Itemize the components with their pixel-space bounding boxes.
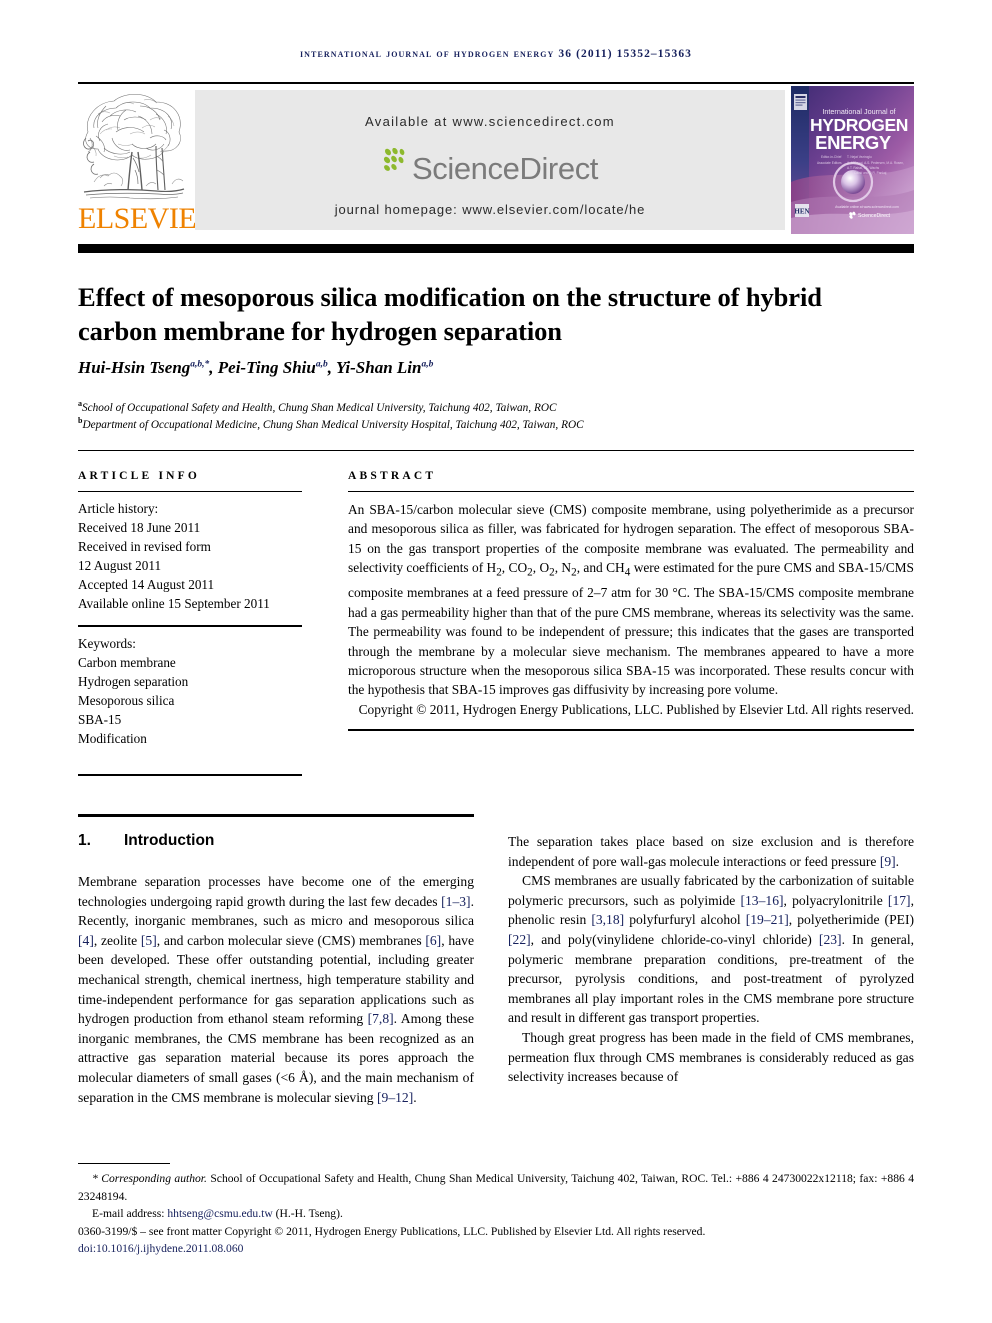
sciencedirect-wordmark: ScienceDirect (411, 151, 599, 186)
author-affil-marker: a,b (315, 359, 328, 370)
cover-sciencedirect: ScienceDirect (858, 213, 891, 219)
paragraph: The separation takes place based on size… (508, 834, 914, 869)
body-column-right: The separation takes place based on size… (508, 832, 914, 1087)
citation-ref[interactable]: [19–21] (746, 912, 789, 927)
section-number: 1. (78, 832, 91, 849)
abstract-text: An SBA-15/carbon molecular sieve (CMS) c… (348, 502, 914, 698)
abstract-body: An SBA-15/carbon molecular sieve (CMS) c… (348, 492, 914, 719)
cover-badge: HEN (794, 208, 809, 216)
elsevier-logo: ELSEVIER (78, 86, 216, 235)
footnote-block: * Corresponding author. School of Occupa… (78, 1170, 914, 1258)
citation-ref[interactable]: [17] (888, 893, 911, 908)
journal-cover-image: International Journal of HYDROGEN ENERGY… (791, 86, 914, 234)
article-info-heading: ARTICLE INFO (78, 470, 201, 482)
affiliation-text: School of Occupational Safety and Health… (82, 401, 557, 414)
page-title: Effect of mesoporous silica modification… (78, 281, 822, 346)
keyword-item: Modification (78, 731, 147, 746)
svg-text:T. Nejat Veziroglu: T. Nejat Veziroglu (847, 155, 872, 159)
elsevier-wordmark: ELSEVIER (78, 202, 216, 235)
citation-ref[interactable]: [9–12] (377, 1090, 413, 1105)
svg-text:A.T. Raissi, I.E. Wachs: A.T. Raissi, I.E. Wachs (847, 166, 880, 170)
paragraph: Membrane separation processes have becom… (78, 874, 474, 1105)
abstract-copyright: Copyright © 2011, Hydrogen Energy Public… (358, 701, 914, 717)
author-affil-marker: a,b,* (190, 359, 210, 370)
corresponding-author-label: * Corresponding author. (92, 1172, 207, 1185)
keyword-item: Mesoporous silica (78, 693, 175, 708)
section-heading: 1. Introduction (78, 832, 474, 850)
author-affil-marker: a,b (421, 359, 434, 370)
paragraph: Though great progress has been made in t… (508, 1029, 914, 1085)
masthead: ELSEVIER Available at www.sciencedirect.… (78, 86, 914, 234)
article-history-label: Article history: (78, 501, 159, 516)
body-column-left: Membrane separation processes have becom… (78, 872, 474, 1107)
abstract-heading: ABSTRACT (348, 470, 437, 482)
sciencedirect-logo: ScienceDirect (195, 147, 785, 190)
citation-ref[interactable]: [9] (880, 854, 896, 869)
citation-ref[interactable]: [22] (508, 932, 531, 947)
keyword-item: Hydrogen separation (78, 674, 189, 689)
email-suffix: (H.-H. Tseng). (275, 1207, 343, 1220)
citation-ref[interactable]: [7,8] (368, 1011, 394, 1026)
cover-line3: ENERGY (815, 132, 892, 153)
header-rule (78, 82, 914, 84)
journal-homepage-text: journal homepage: www.elsevier.com/locat… (334, 202, 646, 217)
available-at-text: Available at www.sciencedirect.com (365, 114, 615, 129)
author-name: Yi-Shan Lin (335, 358, 422, 377)
citation-ref[interactable]: [5] (141, 933, 157, 948)
abstract-rule-bottom (348, 729, 914, 732)
citation-ref[interactable]: [4] (78, 933, 94, 948)
author-name: Hui-Hsin Tseng (78, 358, 191, 377)
citation-ref[interactable]: [3,18] (591, 912, 624, 927)
svg-text:Associate Editors: Associate Editors (817, 161, 842, 165)
email-link[interactable]: hhtseng@csmu.edu.tw (167, 1207, 272, 1220)
affiliation-text: Department of Occupational Medicine, Chu… (82, 418, 584, 431)
svg-text:A. M'Raoui, A.S. Pedersen, M.A: A. M'Raoui, A.S. Pedersen, M.A. Rosen, (847, 161, 904, 165)
svg-text:C.S. David and D.R. Pankaj: C.S. David and D.R. Pankaj (847, 171, 887, 175)
svg-text:Editor-in-Chief: Editor-in-Chief (821, 155, 841, 159)
abstract-column: ABSTRACT An SBA-15/carbon molecular siev… (348, 470, 914, 732)
article-page: International Journal of Hydrogen Energy… (0, 0, 992, 1323)
affiliation-b: bDepartment of Occupational Medicine, Ch… (78, 413, 914, 433)
elsevier-tree-icon (80, 86, 187, 204)
history-item: Received 18 June 2011 (78, 520, 201, 535)
keywords-block: Keywords: Carbon membrane Hydrogen separ… (78, 627, 302, 748)
keyword-item: Carbon membrane (78, 655, 176, 670)
corresponding-author-note: * Corresponding author. School of Occupa… (78, 1170, 914, 1205)
citation-ref[interactable]: [13–16] (740, 893, 783, 908)
history-item: Received in revised form (78, 539, 211, 554)
keywords-label: Keywords: (78, 636, 136, 651)
title-separator-bar (78, 244, 914, 253)
author-name: Pei-Ting Shiu (217, 358, 316, 377)
leaf-icon (382, 147, 412, 174)
history-item: Available online 15 September 2011 (78, 596, 270, 611)
issn-line: 0360-3199/$ – see front matter Copyright… (78, 1224, 706, 1238)
article-history: Article history: Received 18 June 2011 R… (78, 492, 302, 613)
citation-ref[interactable]: [6] (425, 933, 441, 948)
author-list: Hui-Hsin Tsenga,b,*, Pei-Ting Shiua,b, Y… (78, 358, 434, 377)
email-line: E-mail address: hhtseng@csmu.edu.tw (H.-… (78, 1205, 914, 1223)
authors-rule (78, 450, 914, 451)
article-info-rule-bottom (78, 774, 302, 776)
citation-ref[interactable]: [23] (819, 932, 842, 947)
svg-text:Available online at www.scienc: Available online at www.sciencedirect.co… (835, 205, 899, 209)
history-item: Accepted 14 August 2011 (78, 577, 215, 592)
paragraph: CMS membranes are usually fabricated by … (508, 873, 914, 1026)
citation-ref[interactable]: [1–3] (441, 894, 470, 909)
email-label: E-mail address: (92, 1207, 165, 1220)
sciencedirect-panel: Available at www.sciencedirect.com Scien… (195, 90, 785, 230)
footnote-rule (78, 1163, 170, 1164)
section-title: Introduction (124, 832, 215, 849)
article-info-column: ARTICLE INFO Article history: Received 1… (78, 470, 302, 776)
keyword-item: SBA-15 (78, 712, 122, 727)
section-divider (78, 814, 474, 817)
running-head: International Journal of Hydrogen Energy… (299, 48, 693, 60)
history-item: 12 August 2011 (78, 558, 162, 573)
doi-link[interactable]: doi:10.1016/j.ijhydene.2011.08.060 (78, 1240, 914, 1258)
